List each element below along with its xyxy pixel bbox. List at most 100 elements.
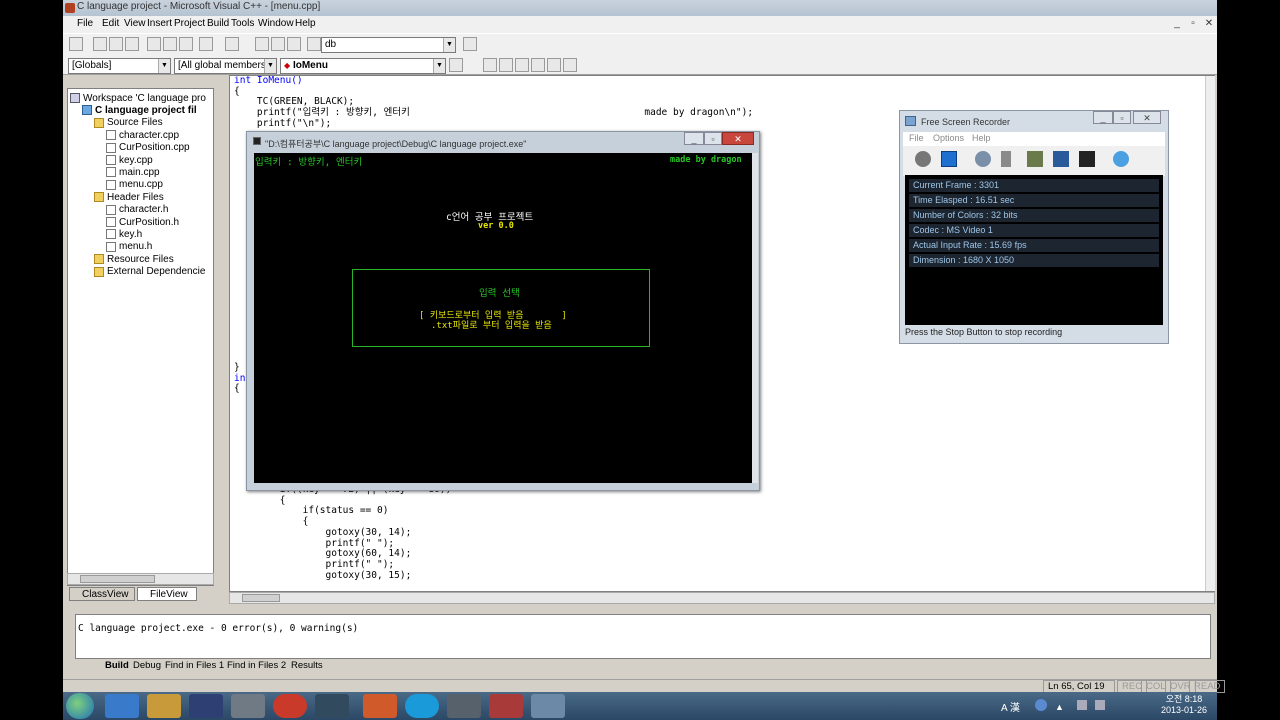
screen-recorder-window[interactable]: Free Screen Recorder _ ▫ ✕ File Options … — [899, 110, 1169, 344]
chevron-down-icon[interactable]: ▼ — [264, 59, 276, 73]
menu-project[interactable]: Project — [174, 18, 205, 29]
recorder-menu-options[interactable]: Options — [933, 133, 964, 143]
tree-item[interactable]: Resource Files — [94, 253, 174, 265]
tree-item[interactable]: key.h — [106, 228, 142, 240]
recorder-menu-file[interactable]: File — [909, 133, 924, 143]
microphone-icon[interactable] — [1027, 151, 1043, 167]
paste-icon[interactable] — [179, 37, 193, 51]
tree-item[interactable]: character.h — [106, 204, 168, 216]
tab-classview[interactable]: ClassView — [69, 587, 135, 601]
execute-icon[interactable] — [531, 58, 545, 72]
redo-icon[interactable] — [225, 37, 239, 51]
build-icon[interactable] — [499, 58, 513, 72]
help-icon[interactable] — [1113, 151, 1129, 167]
scroll-thumb[interactable] — [80, 575, 155, 583]
ime-indicator[interactable]: A 漢 — [1001, 699, 1020, 714]
workspace-icon[interactable] — [255, 37, 269, 51]
recorder-task-icon[interactable] — [531, 694, 565, 718]
chrome-icon[interactable] — [273, 694, 307, 718]
tab-find-in-files-1[interactable]: Find in Files 1 — [165, 660, 224, 671]
search-icon[interactable] — [463, 37, 477, 51]
recorder-menu-help[interactable]: Help — [972, 133, 991, 143]
menu-insert[interactable]: Insert — [147, 18, 172, 29]
folder-icon[interactable] — [147, 694, 181, 718]
region-icon[interactable] — [1001, 151, 1011, 167]
go-icon[interactable] — [547, 58, 561, 72]
scope-combo[interactable]: [Globals] ▼ — [68, 58, 171, 74]
close-icon[interactable]: ✕ — [1133, 111, 1161, 124]
tab-results[interactable]: Results — [291, 660, 323, 671]
stop-icon[interactable] — [941, 151, 957, 167]
tab-build[interactable]: Build — [105, 660, 129, 671]
tree-item[interactable]: character.cpp — [106, 129, 179, 141]
workspace-scrollbar[interactable] — [67, 573, 214, 585]
menu-build[interactable]: Build — [207, 18, 229, 29]
app-icon[interactable] — [447, 694, 481, 718]
clock[interactable]: 오전 8:18 2013-01-26 — [1161, 694, 1207, 716]
game-icon[interactable] — [315, 694, 349, 718]
tree-item[interactable]: menu.cpp — [106, 179, 163, 191]
tab-find-in-files-2[interactable]: Find in Files 2 — [227, 660, 286, 671]
volume-icon[interactable] — [1095, 700, 1105, 710]
maximize-icon[interactable]: ▫ — [1113, 111, 1131, 124]
menu-file[interactable]: File — [77, 18, 93, 29]
close-icon[interactable]: ✕ — [722, 132, 754, 145]
record-icon[interactable] — [915, 151, 931, 167]
console-window[interactable]: "D:\컴퓨터공부\C language project\Debug\C lan… — [246, 131, 760, 491]
tab-debug[interactable]: Debug — [133, 660, 161, 671]
minimize-icon[interactable]: _ — [1093, 111, 1113, 124]
photoshop-icon[interactable] — [189, 694, 223, 718]
editor-horizontal-scrollbar[interactable] — [229, 592, 1215, 604]
tree-item[interactable]: key.cpp — [106, 154, 153, 166]
open-icon[interactable] — [93, 37, 107, 51]
visual-studio-icon[interactable] — [489, 694, 523, 718]
chevron-down-icon[interactable]: ▼ — [433, 59, 445, 73]
start-button[interactable] — [66, 693, 94, 719]
tray-expand-icon[interactable]: ▲ — [1055, 702, 1064, 712]
cut-icon[interactable] — [147, 37, 161, 51]
stop-build-icon[interactable] — [515, 58, 529, 72]
tab-fileview[interactable]: FileView — [137, 587, 197, 601]
menu-help[interactable]: Help — [295, 18, 316, 29]
undo-icon[interactable] — [199, 37, 213, 51]
tree-item[interactable]: main.cpp — [106, 166, 160, 178]
keyboard-icon[interactable] — [231, 694, 265, 718]
tree-item[interactable]: Header Files — [94, 191, 164, 203]
save-all-icon[interactable] — [125, 37, 139, 51]
restore-icon[interactable]: ▫ — [1187, 18, 1199, 30]
internet-explorer-icon[interactable] — [105, 694, 139, 718]
minimize-icon[interactable]: _ — [1171, 18, 1183, 30]
close-icon[interactable]: ✕ — [1203, 18, 1215, 30]
screen-icon[interactable] — [1053, 151, 1069, 167]
tree-item[interactable]: External Dependencie — [94, 266, 205, 278]
option-txt-file[interactable]: .txt파일로 부터 입력을 받음 — [431, 318, 552, 331]
settings-gear-icon[interactable] — [975, 151, 991, 167]
tree-item[interactable]: CurPosition.cpp — [106, 142, 190, 154]
maximize-icon[interactable]: ▫ — [704, 132, 722, 145]
tree-item[interactable]: Source Files — [94, 117, 163, 129]
scroll-thumb[interactable] — [242, 594, 280, 602]
presentation-icon[interactable] — [363, 694, 397, 718]
find-in-files-icon[interactable] — [307, 37, 321, 51]
window-list-icon[interactable] — [287, 37, 301, 51]
ime-help-icon[interactable] — [1035, 699, 1047, 711]
output-icon[interactable] — [271, 37, 285, 51]
function-combo[interactable]: ◆ IoMenu ▼ — [280, 58, 446, 74]
editor-vertical-scrollbar[interactable] — [1205, 76, 1215, 591]
compile-icon[interactable] — [483, 58, 497, 72]
new-file-icon[interactable] — [69, 37, 83, 51]
chevron-down-icon[interactable]: ▼ — [158, 59, 170, 73]
find-combo[interactable]: db ▼ — [321, 37, 456, 53]
menu-view[interactable]: View — [124, 18, 146, 29]
tree-item[interactable]: Workspace 'C language pro — [70, 92, 206, 104]
save-icon[interactable] — [109, 37, 123, 51]
skype-icon[interactable] — [405, 694, 439, 718]
network-icon[interactable] — [1077, 700, 1087, 710]
tree-item[interactable]: C language project fil — [82, 104, 197, 116]
copy-icon[interactable] — [163, 37, 177, 51]
chevron-down-icon[interactable]: ▼ — [443, 38, 455, 52]
menu-tools[interactable]: Tools — [231, 18, 254, 29]
menu-window[interactable]: Window — [258, 18, 294, 29]
minimize-icon[interactable]: _ — [684, 132, 704, 145]
tree-item[interactable]: CurPosition.h — [106, 216, 179, 228]
